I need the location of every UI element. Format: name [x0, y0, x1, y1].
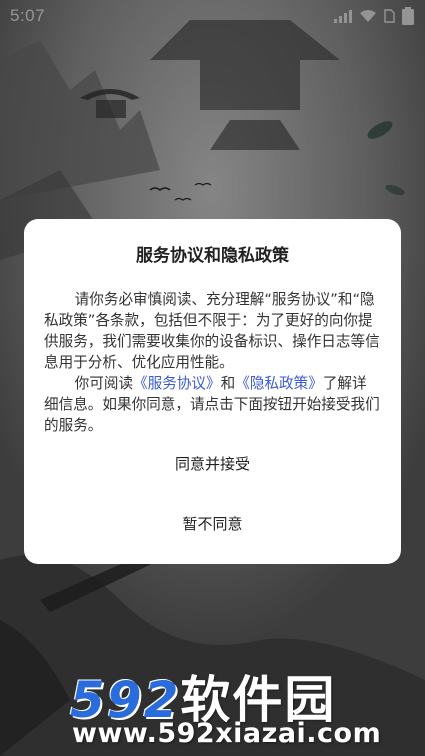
watermark-url: www.592xiazai.com [72, 718, 382, 749]
agree-button[interactable]: 同意并接受 [24, 452, 401, 476]
dialog-paragraph-1: 请你务必审慎阅读、充分理解“服务协议”和“隐私政策”各条款，包括但不限于：为了更… [44, 291, 380, 371]
paragraph-2-middle: 和 [220, 375, 236, 392]
privacy-dialog: 服务协议和隐私政策 请你务必审慎阅读、充分理解“服务协议”和“隐私政策”各条款，… [24, 219, 401, 564]
paragraph-2-prefix: 你可阅读 [74, 375, 134, 392]
site-watermark: 592软件园 www.592xiazai.com [0, 650, 425, 756]
disagree-button[interactable]: 暂不同意 [24, 512, 401, 536]
privacy-policy-link[interactable]: 《隐私政策》 [235, 375, 323, 392]
dialog-body: 请你务必审慎阅读、充分理解“服务协议”和“隐私政策”各条款，包括但不限于：为了更… [44, 289, 381, 436]
app-screen: 5:07 服务协议和隐私政策 请你务必审慎阅读、充分理解“服务协议”和“隐私政策… [0, 0, 425, 756]
service-agreement-link[interactable]: 《服务协议》 [133, 375, 221, 392]
dialog-title: 服务协议和隐私政策 [136, 246, 289, 266]
dialog-paragraph-2: 你可阅读《服务协议》和《隐私政策》了解详细信息。如果你同意，请点击下面按钮开始接… [44, 373, 381, 436]
